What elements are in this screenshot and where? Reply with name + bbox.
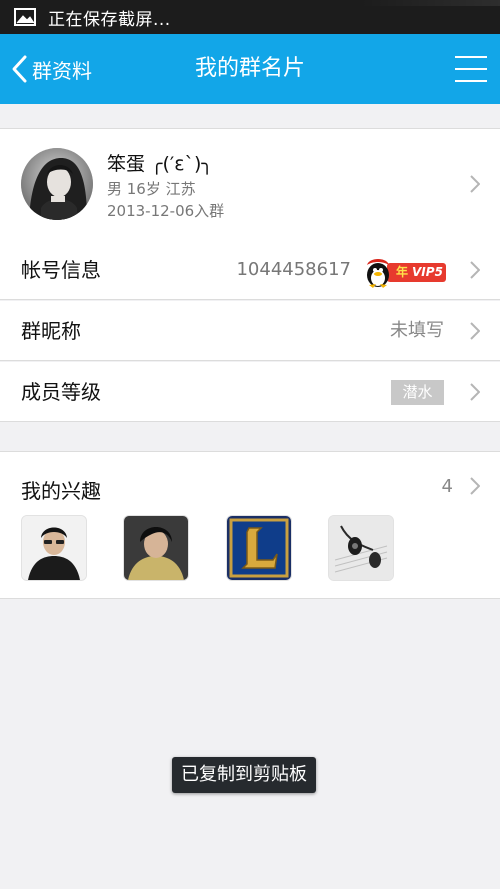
status-bar: 正在保存截屏... [0,0,500,34]
group-nickname-value: 未填写 [390,320,444,341]
person-photo-icon [124,516,188,580]
chevron-right-icon [470,383,480,401]
vip-level-label: VIP5 [412,265,443,279]
interests-count: 4 [441,476,453,497]
interest-item[interactable] [328,515,394,581]
profile-join-date: 2013-12-06入群 [107,202,225,220]
menu-icon [455,56,487,58]
account-info-label: 帐号信息 [21,258,101,282]
account-info-row[interactable]: 帐号信息 1044458617 年 VIP5 [0,240,500,300]
chevron-right-icon [470,175,480,193]
status-decoration [360,0,500,6]
member-level-label: 成员等级 [21,380,101,404]
interests-card[interactable]: 我的兴趣 4 [0,451,500,599]
chevron-right-icon [470,322,480,340]
menu-button[interactable] [455,54,487,84]
profile-card[interactable]: 笨蛋 ╭(′ε`)╮ 男 16岁 江苏 2013-12-06入群 [0,128,500,241]
image-icon [14,8,36,26]
avatar-photo [21,148,93,220]
chevron-right-icon [470,261,480,279]
group-nickname-row[interactable]: 群昵称 未填写 [0,301,500,361]
account-number: 1044458617 [236,259,351,280]
person-photo-icon [22,516,86,580]
chevron-right-icon [470,477,480,495]
interests-title: 我的兴趣 [21,479,101,503]
menu-icon-line [455,80,487,82]
profile-name: 笨蛋 ╭(′ε`)╮ [107,153,213,175]
vip-badge: 年 VIP5 [363,255,446,288]
status-text: 正在保存截屏... [48,9,171,30]
profile-info: 男 16岁 江苏 [107,180,196,198]
avatar [21,148,93,220]
copied-toast: 已复制到剪贴板 [172,757,316,793]
title-bar: 群资料 我的群名片 [0,34,500,104]
member-level-row[interactable]: 成员等级 潜水 [0,362,500,422]
chevron-left-icon [12,55,27,83]
interest-item[interactable] [226,515,292,581]
member-level-badge: 潜水 [391,380,444,405]
interest-item[interactable] [123,515,189,581]
group-nickname-label: 群昵称 [21,319,81,343]
earphones-icon [329,516,393,580]
back-button[interactable]: 群资料 [10,34,92,104]
back-label: 群资料 [32,58,92,83]
penguin-icon [367,259,389,288]
vip-year-label: 年 [396,265,409,279]
interest-item[interactable] [21,515,87,581]
menu-icon-line [455,68,487,70]
game-logo-icon [227,516,291,580]
